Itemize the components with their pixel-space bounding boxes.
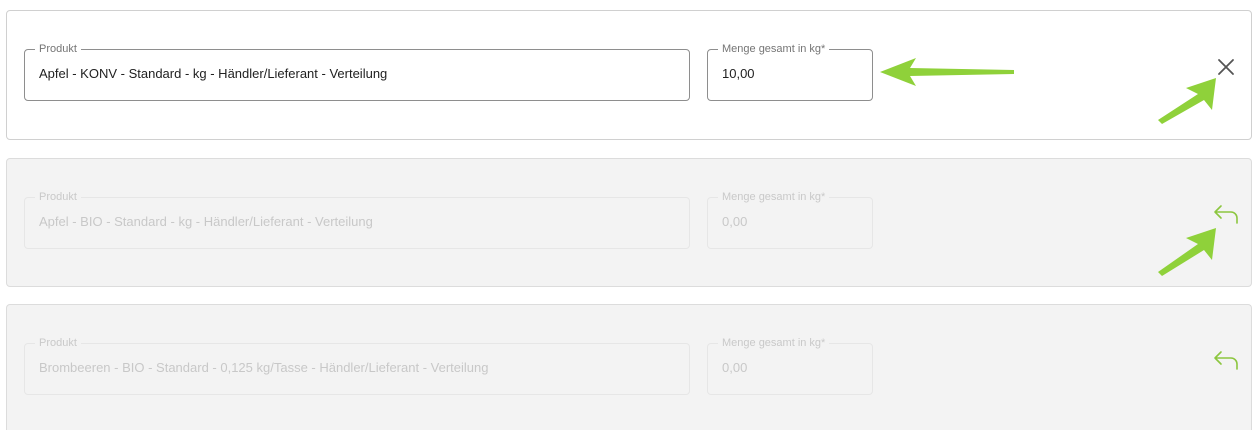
product-value: Apfel - KONV - Standard - kg - Händler/L… bbox=[39, 66, 388, 81]
quantity-value: 0,00 bbox=[722, 214, 748, 229]
product-field: Produkt Apfel - BIO - Standard - kg - Hä… bbox=[24, 189, 690, 249]
product-value: Apfel - BIO - Standard - kg - Händler/Li… bbox=[39, 214, 373, 229]
product-value: Brombeeren - BIO - Standard - 0,125 kg/T… bbox=[39, 360, 489, 375]
quantity-field: Menge gesamt in kg* 0,00 bbox=[707, 189, 873, 249]
undo-icon bbox=[1214, 351, 1238, 370]
product-label: Produkt bbox=[35, 189, 81, 205]
remove-row-button[interactable] bbox=[1211, 52, 1241, 82]
quantity-value: 0,00 bbox=[722, 360, 748, 375]
product-field[interactable]: Produkt Apfel - KONV - Standard - kg - H… bbox=[24, 41, 690, 101]
product-row: Produkt Apfel - BIO - Standard - kg - Hä… bbox=[6, 158, 1252, 287]
quantity-field: Menge gesamt in kg* 0,00 bbox=[707, 335, 873, 395]
quantity-label: Menge gesamt in kg* bbox=[718, 189, 830, 205]
close-icon bbox=[1218, 59, 1234, 75]
restore-row-button[interactable] bbox=[1211, 345, 1241, 375]
product-field: Produkt Brombeeren - BIO - Standard - 0,… bbox=[24, 335, 690, 395]
product-row: Produkt Apfel - KONV - Standard - kg - H… bbox=[6, 10, 1252, 140]
undo-icon bbox=[1214, 205, 1238, 224]
quantity-label: Menge gesamt in kg* bbox=[718, 41, 830, 57]
product-row: Produkt Brombeeren - BIO - Standard - 0,… bbox=[6, 304, 1252, 430]
quantity-value: 10,00 bbox=[722, 66, 755, 81]
restore-row-button[interactable] bbox=[1211, 199, 1241, 229]
quantity-label: Menge gesamt in kg* bbox=[718, 335, 830, 351]
quantity-field[interactable]: Menge gesamt in kg* 10,00 bbox=[707, 41, 873, 101]
product-list: Produkt Apfel - KONV - Standard - kg - H… bbox=[0, 0, 1256, 430]
product-label: Produkt bbox=[35, 335, 81, 351]
product-label: Produkt bbox=[35, 41, 81, 57]
